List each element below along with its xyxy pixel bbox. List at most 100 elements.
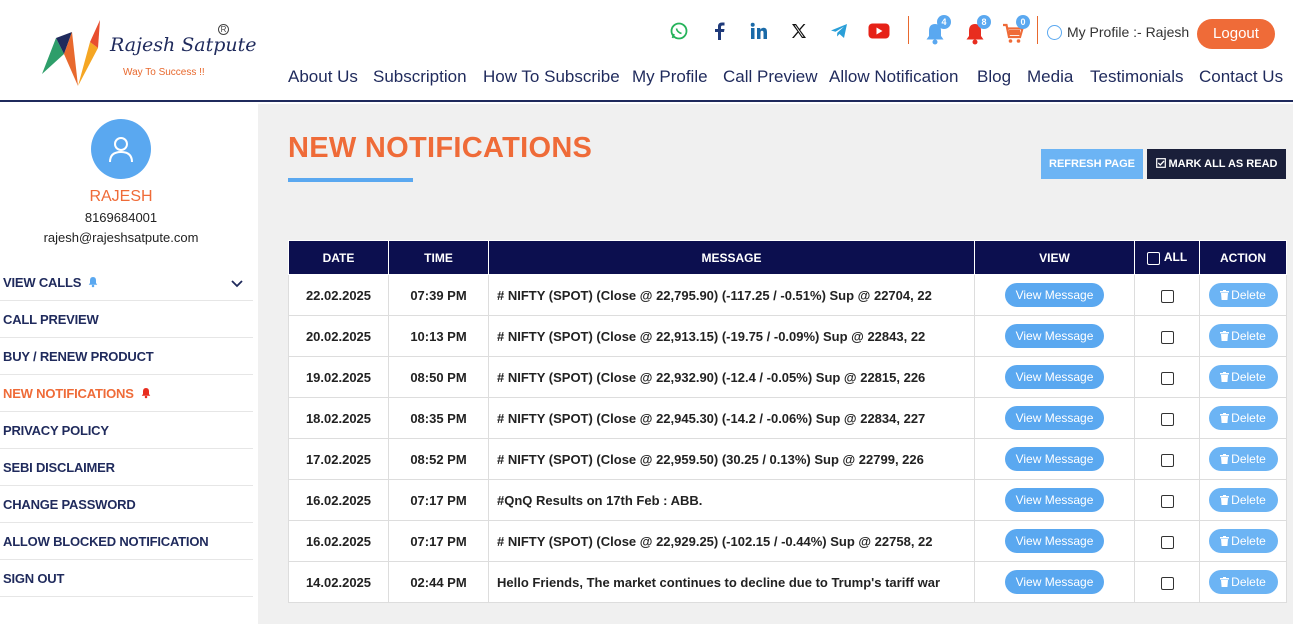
telegram-icon[interactable] <box>826 18 852 44</box>
row-date: 22.02.2025 <box>288 274 389 316</box>
nav-how-to-subscribe[interactable]: How To Subscribe <box>483 67 620 87</box>
view-message-button[interactable]: View Message <box>1005 570 1104 594</box>
nav-call-preview[interactable]: Call Preview <box>723 67 817 87</box>
nav-subscription[interactable]: Subscription <box>373 67 467 87</box>
row-checkbox[interactable] <box>1160 371 1174 385</box>
row-date: 14.02.2025 <box>288 561 389 603</box>
row-select-cell <box>1134 315 1200 357</box>
delete-button[interactable]: Delete <box>1208 406 1278 431</box>
notification-bell-icon[interactable]: 4 <box>921 15 951 48</box>
row-checkbox[interactable] <box>1160 289 1174 303</box>
mark-all-as-read-button[interactable]: MARK ALL AS READ <box>1147 149 1286 179</box>
header-divider <box>1037 16 1038 44</box>
row-time: 08:35 PM <box>388 397 489 439</box>
chevron-down-icon[interactable] <box>231 276 243 291</box>
sidebar-item-view-calls[interactable]: VIEW CALLS <box>0 264 253 301</box>
table-row: 16.02.2025 07:17 PM #QnQ Results on 17th F… <box>288 479 1287 521</box>
bell-count-badge: 4 <box>937 15 951 29</box>
delete-button[interactable]: Delete <box>1208 529 1278 554</box>
nav-testimonials[interactable]: Testimonials <box>1090 67 1184 87</box>
row-date: 16.02.2025 <box>288 479 389 521</box>
sidebar-item-label: CHANGE PASSWORD <box>3 496 136 512</box>
delete-button[interactable]: Delete <box>1208 447 1278 471</box>
select-all-checkbox[interactable] <box>1146 251 1160 265</box>
trash-icon <box>1220 407 1230 431</box>
row-checkbox[interactable] <box>1160 494 1174 508</box>
delete-button[interactable]: Delete <box>1208 283 1278 307</box>
row-time: 08:52 PM <box>388 438 489 480</box>
row-action-cell: Delete <box>1199 520 1287 562</box>
view-message-button[interactable]: View Message <box>1005 447 1104 471</box>
check-square-icon <box>1155 150 1166 180</box>
alert-bell-icon[interactable]: 8 <box>961 15 991 48</box>
view-message-button[interactable]: View Message <box>1005 365 1104 389</box>
table-row: 17.02.2025 08:52 PM # NIFTY (SPOT) (Close … <box>288 438 1287 480</box>
row-checkbox[interactable] <box>1160 453 1174 467</box>
row-select-cell <box>1134 356 1200 398</box>
row-view-cell: View Message <box>974 520 1135 562</box>
view-message-button[interactable]: View Message <box>1005 406 1104 430</box>
sidebar-item-sign-out[interactable]: SIGN OUT <box>0 560 253 597</box>
user-name: RAJESH <box>89 188 153 205</box>
whatsapp-icon[interactable] <box>666 18 692 44</box>
cart-icon[interactable]: 0 <box>1000 15 1030 48</box>
delete-button[interactable]: Delete <box>1208 324 1278 348</box>
sidebar-item-change-password[interactable]: CHANGE PASSWORD <box>0 486 253 523</box>
sidebar-item-label: SIGN OUT <box>3 570 65 586</box>
nav-about-us[interactable]: About Us <box>288 67 358 87</box>
user-phone: 8169684001 <box>84 210 158 225</box>
nav-my-profile[interactable]: My Profile <box>632 67 708 87</box>
view-message-button[interactable]: View Message <box>1005 529 1104 553</box>
delete-button[interactable]: Delete <box>1208 365 1278 390</box>
refresh-page-button[interactable]: REFRESH PAGE <box>1041 149 1143 179</box>
sidebar-item-sebi-disclaimer[interactable]: SEBI DISCLAIMER <box>0 449 253 486</box>
nav-media[interactable]: Media <box>1027 67 1073 87</box>
row-message: # NIFTY (SPOT) (Close @ 22,945.30) (-14.… <box>488 397 975 439</box>
row-message: # NIFTY (SPOT) (Close @ 22,913.15) (-19.… <box>488 315 975 357</box>
brand-tagline: Way To Success !! <box>123 67 205 78</box>
delete-button[interactable]: Delete <box>1208 488 1278 512</box>
profile-label: My Profile :- Rajesh <box>1067 24 1190 40</box>
row-view-cell: View Message <box>974 479 1135 521</box>
youtube-icon[interactable] <box>866 18 892 44</box>
table-row: 14.02.2025 02:44 PM Hello Friends, The mar… <box>288 561 1287 603</box>
row-checkbox[interactable] <box>1160 330 1174 344</box>
row-time: 08:50 PM <box>388 356 489 398</box>
delete-button[interactable]: Delete <box>1208 570 1278 594</box>
row-checkbox[interactable] <box>1160 535 1174 549</box>
nav-blog[interactable]: Blog <box>977 67 1011 87</box>
row-checkbox[interactable] <box>1160 576 1174 590</box>
page-title: NEW NOTIFICATIONS <box>288 132 593 164</box>
delete-label: Delete <box>1231 534 1266 548</box>
sidebar-item-privacy-policy[interactable]: PRIVACY POLICY <box>0 412 253 449</box>
row-action-cell: Delete <box>1199 479 1287 521</box>
logout-button[interactable]: Logout <box>1197 19 1275 49</box>
row-checkbox[interactable] <box>1160 412 1174 426</box>
my-profile-link[interactable]: My Profile :- Rajesh <box>1047 24 1189 40</box>
trash-icon <box>1220 530 1230 554</box>
sidebar-item-allow-blocked-notification[interactable]: ALLOW BLOCKED NOTIFICATION <box>0 523 253 560</box>
brand-logo[interactable]: Rajesh Satpute R Way To Success !! <box>38 16 257 90</box>
linkedin-icon[interactable] <box>746 18 772 44</box>
facebook-icon[interactable] <box>706 18 732 44</box>
x-icon[interactable] <box>786 18 812 44</box>
nav-contact-us[interactable]: Contact Us <box>1199 67 1283 87</box>
view-message-button[interactable]: View Message <box>1005 488 1104 512</box>
row-time: 10:13 PM <box>388 315 489 357</box>
nav-allow-notification[interactable]: Allow Notification <box>829 67 958 87</box>
sidebar-item-call-preview[interactable]: CALL PREVIEW <box>0 301 253 338</box>
row-select-cell <box>1134 438 1200 480</box>
trash-icon <box>1220 366 1230 390</box>
row-time: 07:39 PM <box>388 274 489 316</box>
view-message-button[interactable]: View Message <box>1005 283 1104 307</box>
row-date: 16.02.2025 <box>288 520 389 562</box>
row-action-cell: Delete <box>1199 356 1287 398</box>
view-message-button[interactable]: View Message <box>1005 324 1104 348</box>
sidebar-item-label: PRIVACY POLICY <box>3 422 109 438</box>
sidebar-item-new-notifications[interactable]: NEW NOTIFICATIONS <box>0 375 253 412</box>
row-message: # NIFTY (SPOT) (Close @ 22,932.90) (-12.… <box>488 356 975 398</box>
sidebar-item-buy-renew-product[interactable]: BUY / RENEW PRODUCT <box>0 338 253 375</box>
row-select-cell <box>1134 274 1200 316</box>
row-view-cell: View Message <box>974 274 1135 316</box>
row-action-cell: Delete <box>1199 274 1287 316</box>
